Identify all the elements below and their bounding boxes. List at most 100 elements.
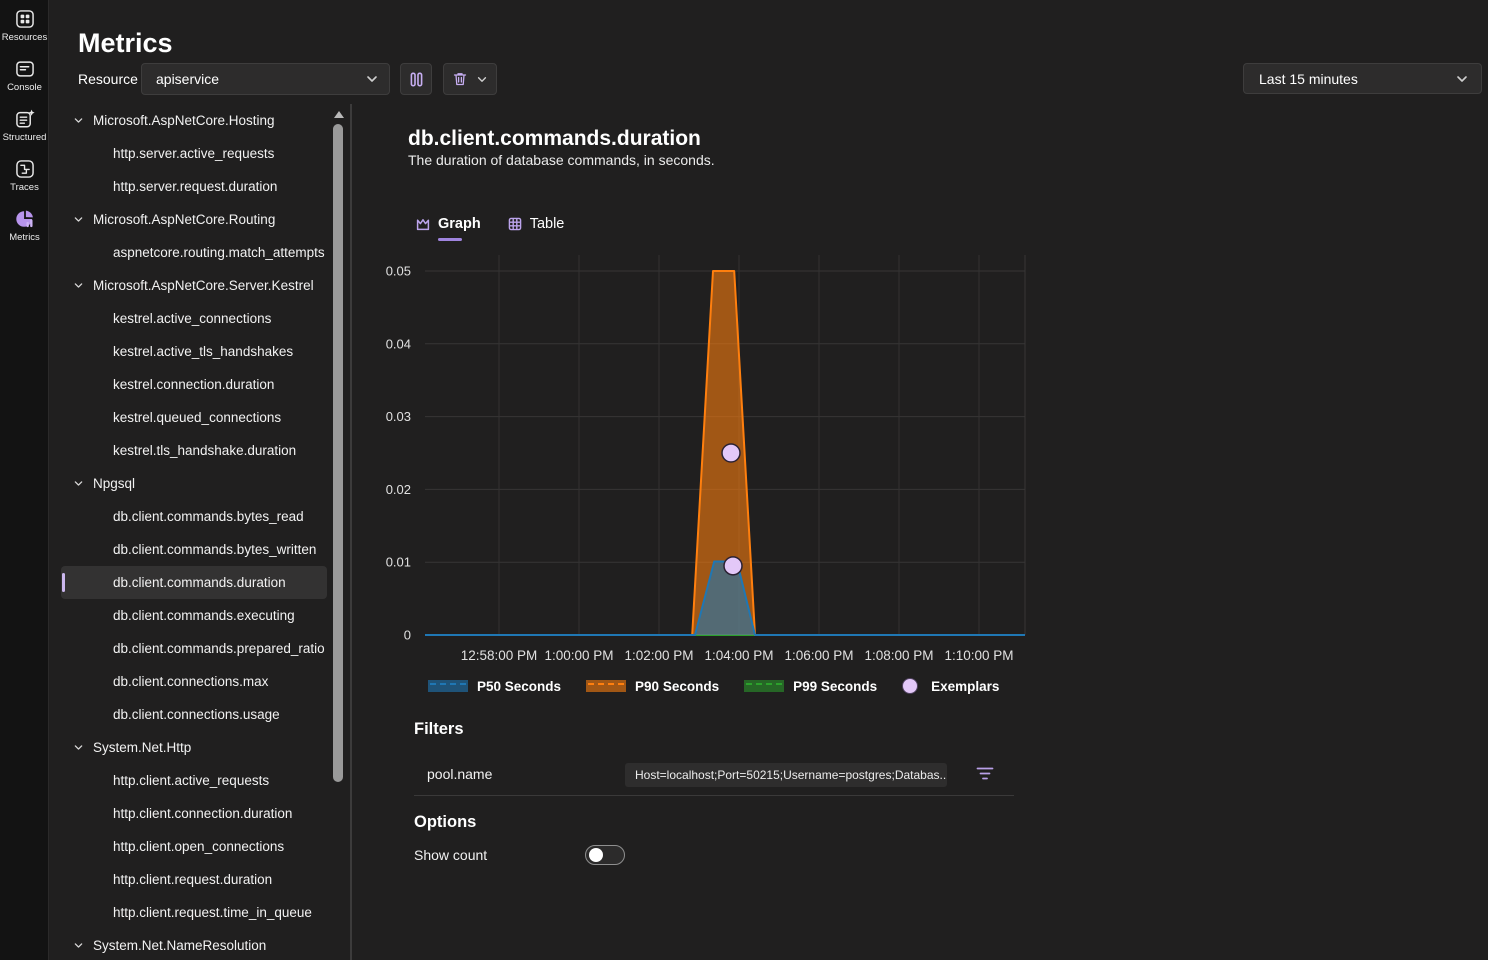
- tree-item[interactable]: db.client.commands.executing: [61, 599, 327, 632]
- tree-item[interactable]: db.client.commands.bytes_written: [61, 533, 327, 566]
- resource-label: Resource: [78, 71, 138, 87]
- chart-legend: P50 Seconds P90 Seconds P99 Seconds Exem…: [428, 678, 999, 694]
- tree-item[interactable]: kestrel.active_tls_handshakes: [61, 335, 327, 368]
- tree-item[interactable]: db.client.connections.max: [61, 665, 327, 698]
- tree-item-label: db.client.commands.duration: [113, 575, 286, 590]
- chevron-down-icon: [73, 214, 84, 225]
- tree-item-label: db.client.commands.prepared_ratio: [113, 641, 325, 656]
- filter-value-chip[interactable]: Host=localhost;Port=50215;Username=postg…: [625, 763, 947, 787]
- tree-item-label: http.client.request.time_in_queue: [113, 905, 312, 920]
- resource-select-value: apiservice: [156, 71, 365, 87]
- chevron-down-icon: [365, 73, 379, 85]
- show-count-toggle[interactable]: [585, 845, 625, 865]
- chevron-down-icon: [73, 742, 84, 753]
- chevron-down-icon: [73, 478, 84, 489]
- tree-item[interactable]: db.client.commands.prepared_ratio: [61, 632, 327, 665]
- legend-item-p99[interactable]: P99 Seconds: [744, 679, 877, 694]
- tab-table-label: Table: [530, 216, 565, 232]
- tree-item[interactable]: http.server.request.duration: [61, 170, 327, 203]
- legend-item-p90[interactable]: P90 Seconds: [586, 679, 719, 694]
- x-axis-tick-label: 1:00:00 PM: [544, 648, 613, 663]
- show-count-label: Show count: [414, 847, 487, 863]
- selected-tab-indicator: [438, 238, 462, 241]
- graph-icon: [415, 216, 431, 232]
- tab-graph-label: Graph: [438, 216, 481, 232]
- tree-item[interactable]: http.client.request.time_in_queue: [61, 896, 327, 929]
- clear-metrics-split-button[interactable]: [443, 63, 497, 95]
- tree-item-label: db.client.connections.usage: [113, 707, 280, 722]
- tree-item-label: db.client.commands.bytes_written: [113, 542, 316, 557]
- chevron-down-icon: [476, 74, 488, 85]
- x-axis-tick-label: 1:06:00 PM: [784, 648, 853, 663]
- tree-item[interactable]: http.client.open_connections: [61, 830, 327, 863]
- p90-swatch: [586, 680, 626, 692]
- metrics-chart[interactable]: 00.010.020.030.040.0512:58:00 PM1:00:00 …: [370, 250, 1040, 675]
- tree-item[interactable]: db.client.commands.bytes_read: [61, 500, 327, 533]
- tree-group-header[interactable]: Microsoft.AspNetCore.Routing: [61, 203, 327, 236]
- tree-item[interactable]: db.client.commands.duration: [61, 566, 327, 599]
- panel-divider: [350, 104, 352, 960]
- pause-icon: [408, 71, 425, 88]
- legend-label: P99 Seconds: [793, 679, 877, 694]
- tree-group-header[interactable]: Microsoft.AspNetCore.Server.Kestrel: [61, 269, 327, 302]
- time-range-select[interactable]: Last 15 minutes: [1243, 63, 1482, 94]
- legend-item-exemplars[interactable]: Exemplars: [902, 678, 999, 694]
- legend-item-p50[interactable]: P50 Seconds: [428, 679, 561, 694]
- tree-item[interactable]: kestrel.tls_handshake.duration: [61, 434, 327, 467]
- scrollbar-up-arrow-icon[interactable]: [334, 111, 344, 118]
- tree-item[interactable]: kestrel.queued_connections: [61, 401, 327, 434]
- tree-group-header[interactable]: System.Net.NameResolution: [61, 929, 327, 960]
- resource-select[interactable]: apiservice: [141, 63, 390, 95]
- tree-group-header[interactable]: Microsoft.AspNetCore.Hosting: [61, 104, 327, 137]
- x-axis-tick-label: 1:10:00 PM: [944, 648, 1013, 663]
- tree-item[interactable]: http.client.active_requests: [61, 764, 327, 797]
- tree-group-label: System.Net.NameResolution: [93, 938, 266, 953]
- tree-item[interactable]: db.client.connections.usage: [61, 698, 327, 731]
- tree-group-label: Microsoft.AspNetCore.Routing: [93, 212, 275, 227]
- tree-group-header[interactable]: System.Net.Http: [61, 731, 327, 764]
- p50-swatch: [428, 680, 468, 692]
- tree-item[interactable]: kestrel.active_connections: [61, 302, 327, 335]
- traces-icon: [14, 158, 36, 180]
- tree-item-label: http.server.active_requests: [113, 146, 274, 161]
- tree-item[interactable]: aspnetcore.routing.match_attempts: [61, 236, 327, 269]
- filter-icon[interactable]: [975, 765, 995, 782]
- nav-item-structured[interactable]: Structured: [0, 100, 49, 150]
- y-axis-tick-label: 0.02: [386, 482, 411, 497]
- page-title: Metrics: [78, 28, 173, 59]
- left-nav-rail: Resources Console Structured Traces: [0, 0, 49, 960]
- tree-scrollbar-thumb[interactable]: [333, 124, 343, 782]
- chevron-down-icon: [73, 115, 84, 126]
- tree-item[interactable]: http.client.connection.duration: [61, 797, 327, 830]
- series-fill-p50: [425, 562, 1025, 636]
- nav-item-metrics[interactable]: Metrics: [0, 200, 49, 250]
- tree-item-label: kestrel.queued_connections: [113, 410, 281, 425]
- x-axis-tick-label: 1:08:00 PM: [864, 648, 933, 663]
- nav-item-resources[interactable]: Resources: [0, 0, 49, 50]
- filter-name: pool.name: [427, 766, 492, 782]
- tree-item-label: aspnetcore.routing.match_attempts: [113, 245, 325, 260]
- nav-label: Console: [7, 82, 42, 93]
- tree-item-label: kestrel.tls_handshake.duration: [113, 443, 296, 458]
- tree-item-label: kestrel.active_connections: [113, 311, 271, 326]
- exemplar-point: [724, 557, 742, 575]
- nav-item-traces[interactable]: Traces: [0, 150, 49, 200]
- nav-label: Structured: [3, 132, 47, 143]
- tree-item[interactable]: http.server.active_requests: [61, 137, 327, 170]
- legend-label: P50 Seconds: [477, 679, 561, 694]
- tab-graph[interactable]: Graph: [415, 216, 481, 232]
- console-icon: [14, 58, 36, 80]
- metric-description: The duration of database commands, in se…: [408, 152, 715, 168]
- tree-item-label: http.client.open_connections: [113, 839, 284, 854]
- tree-item[interactable]: http.client.request.duration: [61, 863, 327, 896]
- resources-icon: [14, 8, 36, 30]
- tree-group-header[interactable]: Npgsql: [61, 467, 327, 500]
- chevron-down-icon: [73, 940, 84, 951]
- nav-label: Resources: [2, 32, 47, 43]
- pause-button[interactable]: [400, 63, 432, 95]
- tree-item-label: http.client.connection.duration: [113, 806, 292, 821]
- tree-item[interactable]: kestrel.connection.duration: [61, 368, 327, 401]
- tab-table[interactable]: Table: [507, 216, 565, 232]
- legend-label: Exemplars: [931, 679, 999, 694]
- nav-item-console[interactable]: Console: [0, 50, 49, 100]
